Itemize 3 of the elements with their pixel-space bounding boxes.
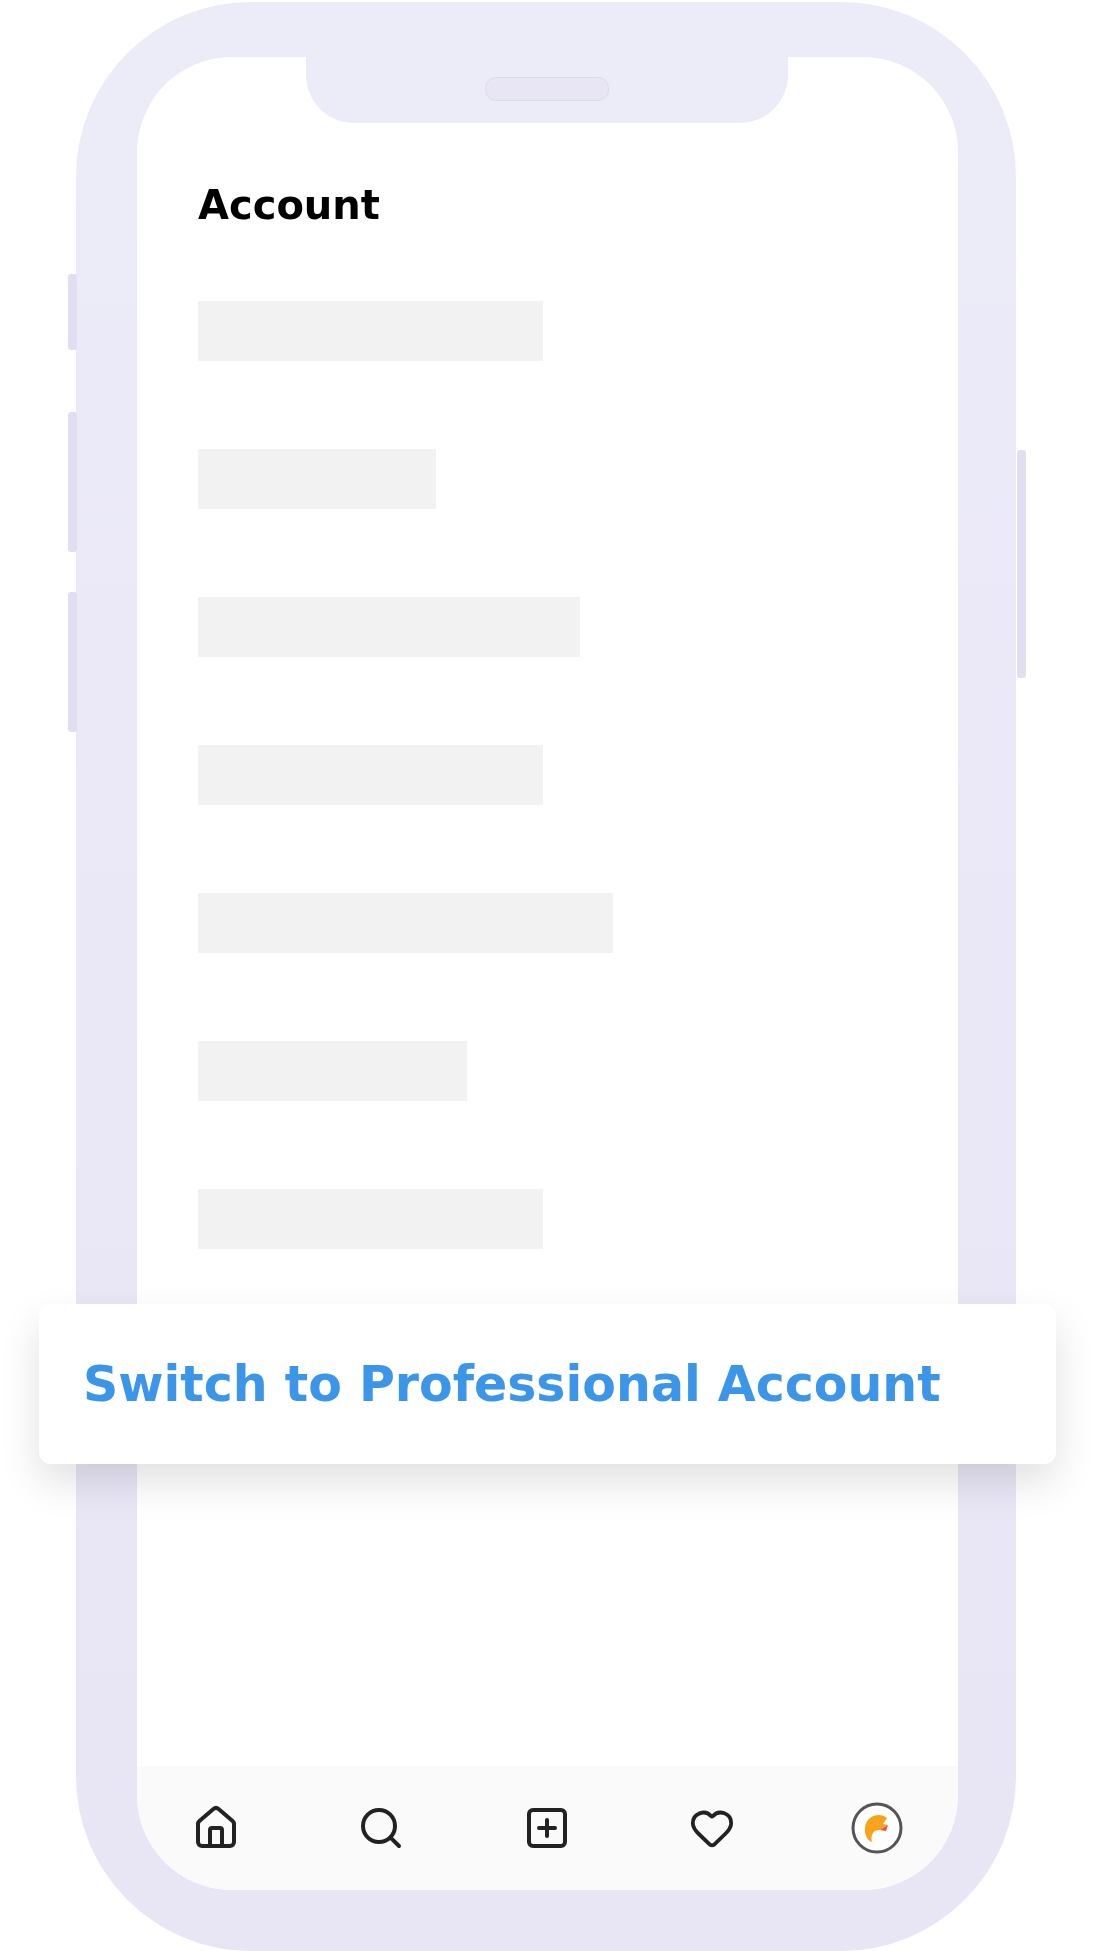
avatar-icon[interactable] (849, 1800, 905, 1856)
screen-title: Account (198, 181, 381, 230)
switch-account-button[interactable]: Switch to Professional Account (39, 1304, 1056, 1464)
